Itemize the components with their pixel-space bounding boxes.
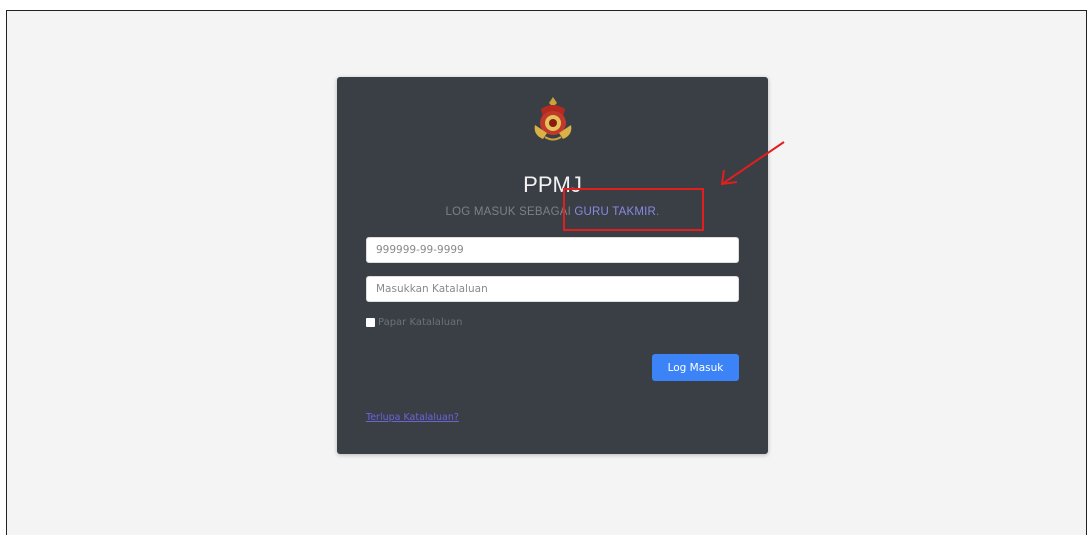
ic-number-input[interactable] [366, 237, 739, 263]
state-crest-logo [534, 97, 572, 141]
show-password-label: Papar Katalaluan [378, 317, 463, 328]
annotation-highlight-box [563, 188, 704, 231]
annotation-arrow-icon [720, 141, 785, 186]
show-password-checkbox[interactable] [366, 318, 375, 327]
login-card: PPMJ LOG MASUK SEBAGAI GURU TAKMIR. Papa… [337, 77, 768, 454]
password-input[interactable] [366, 276, 739, 302]
subtitle-prefix: LOG MASUK SEBAGAI [445, 206, 575, 218]
forgot-password-link[interactable]: Terlupa Katalaluan? [366, 412, 459, 423]
login-button[interactable]: Log Masuk [652, 354, 739, 381]
show-password-row[interactable]: Papar Katalaluan [366, 317, 463, 328]
